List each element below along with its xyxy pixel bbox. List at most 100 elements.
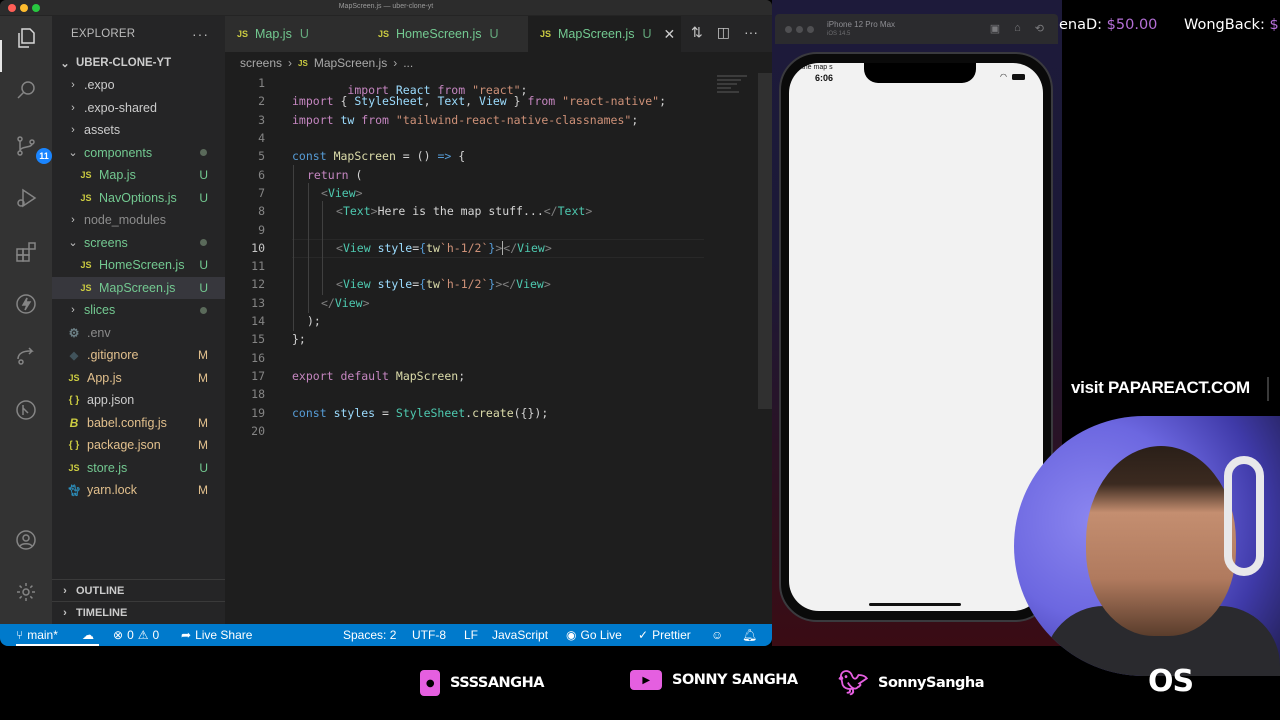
screenshot-icon[interactable]: ▣ [990,22,1000,35]
tree-item[interactable]: JS NavOptions.js U [52,187,225,210]
tree-item[interactable]: Bbabel.config.js M [52,412,225,435]
go-live-label: Go Live [580,628,622,642]
tree-item[interactable]: JS HomeScreen.js U [52,254,225,277]
chevron-down-icon: ⌄ [60,57,70,70]
tree-item[interactable]: 🐈︎ yarn.lock M [52,479,225,502]
compare-changes-icon[interactable]: ⇅ [691,24,703,41]
minimap[interactable] [717,73,759,103]
branch-underline [16,644,99,646]
git-status-badge: U [199,168,208,183]
live-share-icon [14,344,38,373]
close-tab-icon[interactable]: ✕ [663,26,675,43]
banner-divider [1267,377,1269,401]
rotate-icon[interactable]: ⟲ [1035,22,1044,35]
breadcrumb-file[interactable]: MapScreen.js [314,56,387,70]
tree-item[interactable]: › assets [52,119,225,142]
tree-item[interactable]: { } package.json M [52,434,225,457]
live-share-button[interactable]: ➦ Live Share [181,628,252,642]
tree-item[interactable]: ◆ .gitignore M [52,344,225,367]
sync-button[interactable]: ☁ [82,628,94,642]
line-number: 9 [258,222,265,237]
git-status-dot [200,306,207,314]
tree-item[interactable]: ⌄ components [52,142,225,165]
tree-item[interactable]: JS MapScreen.js U [52,276,225,299]
tree-item-label: node_modules [84,213,167,228]
tree-item[interactable]: ⚙ .env [52,322,225,345]
twitter-handle: SonnySangha [878,675,985,691]
activity-live-share[interactable] [12,344,40,372]
activity-bar: 11 [0,16,52,624]
yarn-file-icon: 🐈︎ [67,484,81,497]
youtube-handle: SONNY SANGHA [672,672,798,688]
iphone-notch [864,63,976,83]
tree-item[interactable]: JS store.js U [52,457,225,480]
explorer-more-button[interactable]: ··· [192,26,209,42]
tree-item-label: NavOptions.js [99,190,177,205]
tree-item[interactable]: { } app.json [52,389,225,412]
tree-item[interactable]: › slices [52,299,225,322]
split-editor-icon[interactable]: ◫ [717,24,730,41]
go-live-button[interactable]: ◉ Go Live [566,628,622,642]
chevron-right-icon: › [63,584,67,597]
code-line-13: </View> [321,295,370,310]
chevron-right-icon: › [71,304,75,317]
activity-run-debug[interactable] [12,186,40,214]
activity-lightning[interactable] [12,292,40,320]
workspace-root[interactable]: ⌄ UBER-CLONE-YT [52,52,225,74]
encoding-button[interactable]: UTF-8 [412,628,446,642]
tree-item[interactable]: › .expo [52,74,225,97]
active-indicator [0,40,2,72]
app-text: e is the map s [789,64,833,71]
instagram-handle: SSSSANGHA [450,675,544,691]
activity-source-control[interactable]: 11 [12,134,52,164]
sim-close-button[interactable] [785,26,792,33]
title-bar: MapScreen.js — uber-clone-yt [0,0,772,16]
more-actions-icon[interactable]: ··· [744,24,758,41]
js-file-icon: JS [80,282,92,293]
tree-item[interactable]: ⌄ screens [52,232,225,255]
sim-minimize-button[interactable] [796,26,803,33]
vertical-scrollbar[interactable] [758,73,772,409]
home-icon[interactable]: ⌂ [1014,22,1021,35]
js-file-icon: JS [80,260,92,271]
code-line-2: import { StyleSheet, Text, View } from "… [292,94,667,109]
problems-indicator[interactable]: ⊗ 0 ⚠ 0 [113,628,159,642]
tab-map-js[interactable]: JS Map.js U [225,16,370,52]
indentation-button[interactable]: Spaces: 2 [343,628,396,642]
social-instagram: ● SSSSANGHA [420,670,544,696]
notifications-button[interactable]: 🔔︎ [742,628,757,642]
tree-item[interactable]: › node_modules [52,209,225,232]
language-mode-button[interactable]: JavaScript [492,628,548,642]
tree-item[interactable]: JS Map.js U [52,164,225,187]
tab-homescreen-js[interactable]: JS HomeScreen.js U [366,16,528,52]
sim-maximize-button[interactable] [807,26,814,33]
activity-manage[interactable] [12,580,40,608]
breadcrumb-symbol[interactable]: ... [403,56,413,70]
activity-extensions[interactable] [12,240,40,268]
chevron-right-icon: › [71,124,75,137]
activity-explorer[interactable] [12,26,40,54]
activity-accounts[interactable] [12,528,40,556]
branch-indicator[interactable]: ⑂ main* [16,628,58,642]
activity-search[interactable] [12,78,40,106]
tree-item[interactable]: JS App.js M [52,367,225,390]
activity-gitlens[interactable] [12,398,40,426]
prettier-label: Prettier [652,628,691,642]
chevron-down-icon: ⌄ [68,147,78,160]
code-editor[interactable]: 1 2 3 4 5 6 7 8 9 10 11 12 13 14 15 16 17 18 19 20 import R… [225,73,772,624]
tree-item-label: .gitignore [87,348,139,363]
outline-section[interactable]: › OUTLINE [52,579,225,601]
tab-status: U [489,27,499,41]
tab-mapscreen-js[interactable]: JS MapScreen.js U ✕ [528,16,681,52]
feedback-button[interactable]: ☺ [711,628,723,642]
eol-button[interactable]: LF [464,628,478,642]
breadcrumb-separator-icon: › [288,56,293,70]
timeline-section[interactable]: › TIMELINE [52,601,225,623]
iphone-screen[interactable]: e is the map s 6:06 ◠ [789,63,1043,611]
live-share-icon: ➦ [181,628,192,642]
tree-item[interactable]: › .expo-shared [52,97,225,120]
tree-item-label: HomeScreen.js [99,258,185,273]
prettier-button[interactable]: ✓ Prettier [638,628,691,642]
breadcrumb-folder[interactable]: screens [240,56,282,70]
twitter-icon: 🐦︎ [838,669,868,697]
